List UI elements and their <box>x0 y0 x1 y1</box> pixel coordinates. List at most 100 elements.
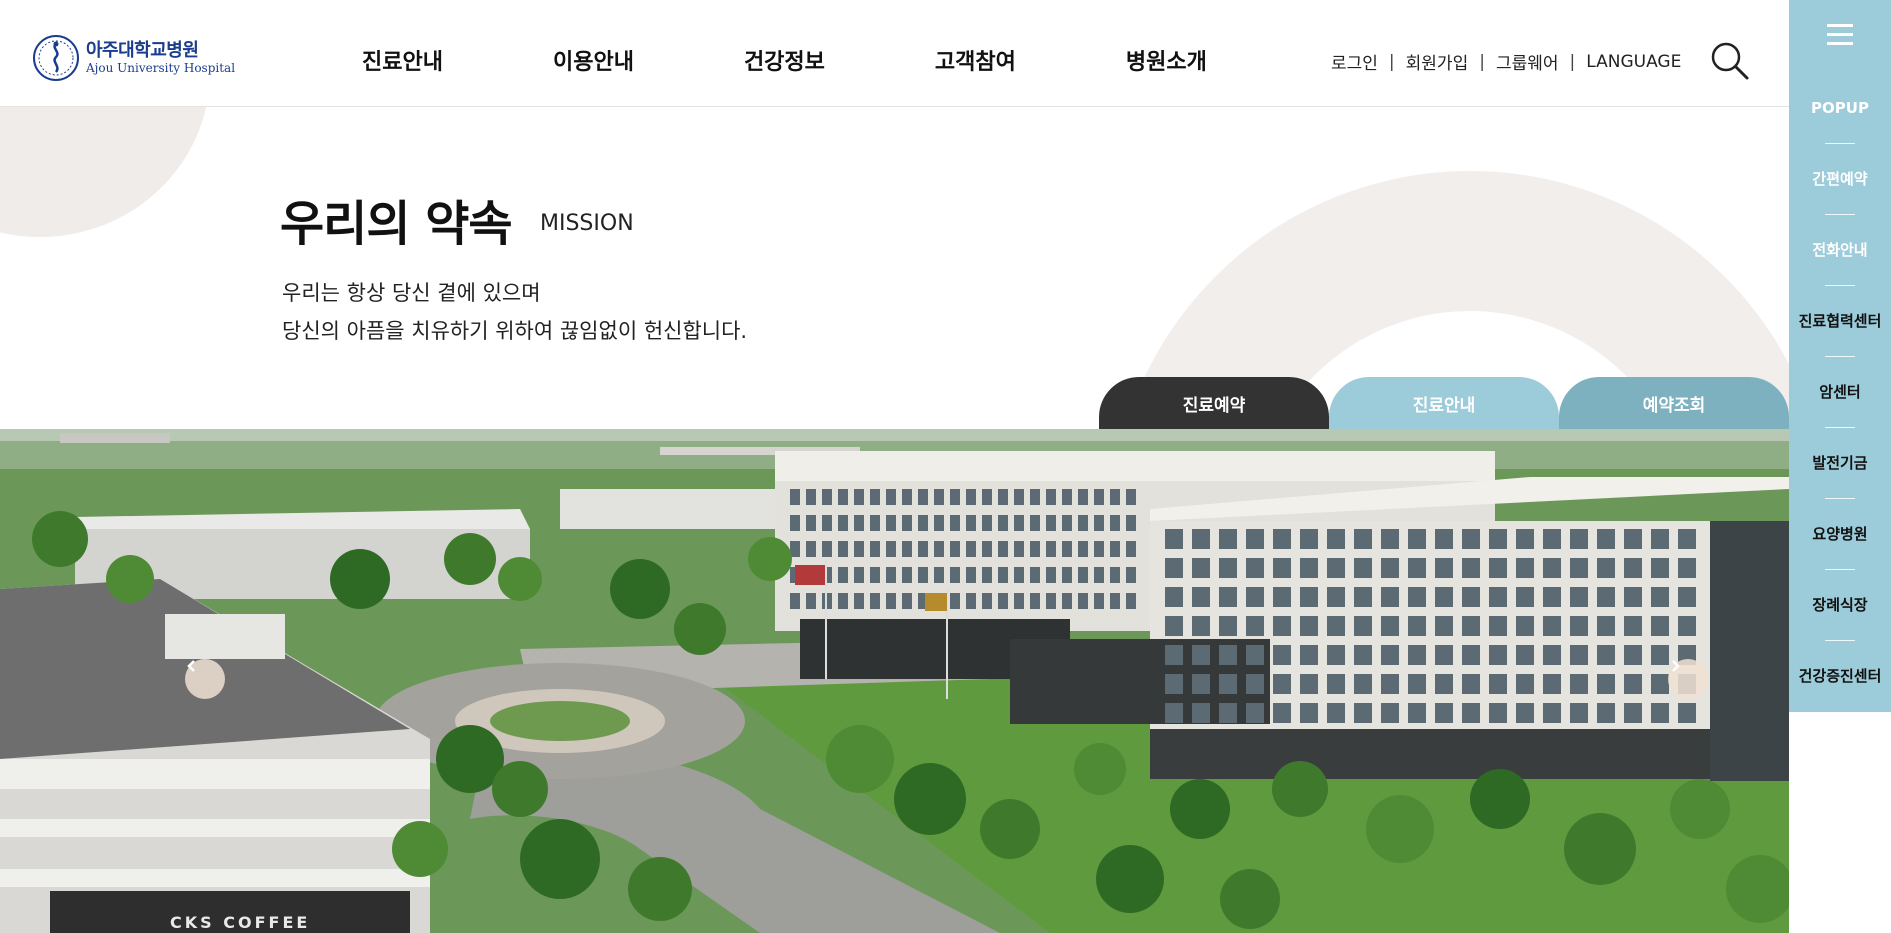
quick-item-referral-center[interactable]: 진료협력센터 <box>1789 285 1891 356</box>
building-window <box>1246 558 1264 578</box>
tree <box>392 821 448 877</box>
building-window <box>982 489 992 505</box>
building-window <box>1046 515 1056 531</box>
quick-item-funeral-hall[interactable]: 장례식장 <box>1789 569 1891 640</box>
quick-menu-bar: POPUP 간편예약 전화안내 진료협력센터 암센터 발전기금 요양병원 장례식… <box>1789 0 1891 712</box>
building-window <box>1651 529 1669 549</box>
building-window <box>982 515 992 531</box>
groupware-link[interactable]: 그룹웨어 <box>1496 49 1559 74</box>
building-window <box>1246 703 1264 723</box>
quick-item-phone-guide[interactable]: 전화안내 <box>1789 214 1891 285</box>
building-window <box>1219 674 1237 694</box>
tab-reservation-check[interactable]: 예약조회 <box>1559 377 1789 429</box>
tree <box>1272 761 1328 817</box>
building-window <box>966 567 976 583</box>
building-window <box>886 567 896 583</box>
building-window <box>854 489 864 505</box>
quick-item-cancer-center[interactable]: 암센터 <box>1789 356 1891 427</box>
building-window <box>1489 703 1507 723</box>
building-window <box>1435 587 1453 607</box>
building-window <box>1624 587 1642 607</box>
building-window <box>838 541 848 557</box>
quick-item-popup[interactable]: POPUP <box>1789 72 1891 143</box>
tree <box>748 537 792 581</box>
building-window <box>1570 558 1588 578</box>
tree <box>980 799 1040 859</box>
building-window <box>1273 703 1291 723</box>
signup-link[interactable]: 회원가입 <box>1406 49 1469 74</box>
building-window <box>1624 616 1642 636</box>
building-window <box>1327 674 1345 694</box>
main-navigation: 진료안내 이용안내 건강정보 고객참여 병원소개 <box>362 44 1207 76</box>
building-window <box>1273 674 1291 694</box>
building-window <box>1300 558 1318 578</box>
slider-next-button[interactable] <box>1668 659 1708 699</box>
building-window <box>1516 616 1534 636</box>
tree <box>1366 795 1434 863</box>
language-link[interactable]: LANGUAGE <box>1586 52 1681 72</box>
building-window <box>902 515 912 531</box>
building-window <box>998 515 1008 531</box>
slider-prev-button[interactable] <box>185 659 225 699</box>
building-window <box>902 567 912 583</box>
login-link[interactable]: 로그인 <box>1331 49 1378 74</box>
building-window <box>1462 529 1480 549</box>
building-window <box>1246 674 1264 694</box>
building-window <box>1516 674 1534 694</box>
nav-item-usage-guide[interactable]: 이용안내 <box>553 44 634 76</box>
logo-korean-name: 아주대학교병원 <box>86 39 199 61</box>
building-window <box>1062 541 1072 557</box>
building-window <box>870 593 880 609</box>
building-window <box>1078 567 1088 583</box>
quick-item-easy-reservation[interactable]: 간편예약 <box>1789 143 1891 214</box>
building-window <box>1094 515 1104 531</box>
building-window <box>1030 515 1040 531</box>
coffee-shop-sign: CKS COFFEE <box>170 913 311 932</box>
mission-text-line-1: 우리는 항상 당신 곁에 있으며 <box>282 281 541 305</box>
nav-item-customer[interactable]: 고객참여 <box>935 44 1016 76</box>
nav-item-medical-guide[interactable]: 진료안내 <box>362 44 443 76</box>
quick-item-label: 간편예약 <box>1812 170 1868 188</box>
quick-item-label: 진료협력센터 <box>1798 312 1882 330</box>
building-window <box>1327 587 1345 607</box>
divider: | <box>1569 51 1576 72</box>
building-window <box>1110 515 1120 531</box>
building-window <box>1062 593 1072 609</box>
quick-menu-button[interactable] <box>1824 22 1856 48</box>
quick-item-development-fund[interactable]: 발전기금 <box>1789 427 1891 498</box>
mission-title: 우리의 약속 <box>280 196 513 252</box>
building-window <box>1300 616 1318 636</box>
quick-item-nursing-hospital[interactable]: 요양병원 <box>1789 498 1891 569</box>
building-window <box>1651 674 1669 694</box>
quick-item-label: 건강증진센터 <box>1798 667 1882 685</box>
building-window <box>1246 616 1264 636</box>
building-window <box>1062 515 1072 531</box>
tab-medical-guide[interactable]: 진료안내 <box>1329 377 1559 429</box>
tab-reservation[interactable]: 진료예약 <box>1099 377 1329 429</box>
tree <box>1670 779 1730 839</box>
building-window <box>886 593 896 609</box>
nav-item-health-info[interactable]: 건강정보 <box>744 44 825 76</box>
nav-item-about[interactable]: 병원소개 <box>1126 44 1207 76</box>
building-window <box>806 541 816 557</box>
building-window <box>1381 674 1399 694</box>
building-window <box>1165 616 1183 636</box>
building-window <box>1192 529 1210 549</box>
chevron-left-icon <box>187 660 195 672</box>
hospital-logo[interactable]: 아주대학교병원 Ajou University Hospital <box>32 34 235 82</box>
building-window <box>1327 703 1345 723</box>
quick-item-health-checkup[interactable]: 건강증진센터 <box>1789 640 1891 711</box>
building-window <box>1030 489 1040 505</box>
building-window <box>902 593 912 609</box>
building-window <box>982 593 992 609</box>
building-window <box>1624 645 1642 665</box>
building-window <box>1435 703 1453 723</box>
building-window <box>854 541 864 557</box>
building-window <box>918 541 928 557</box>
search-button[interactable] <box>1710 41 1750 81</box>
building-window <box>1570 645 1588 665</box>
building-window <box>1489 616 1507 636</box>
building-window <box>854 593 864 609</box>
building-window <box>1126 593 1136 609</box>
hamburger-icon <box>1827 24 1853 45</box>
